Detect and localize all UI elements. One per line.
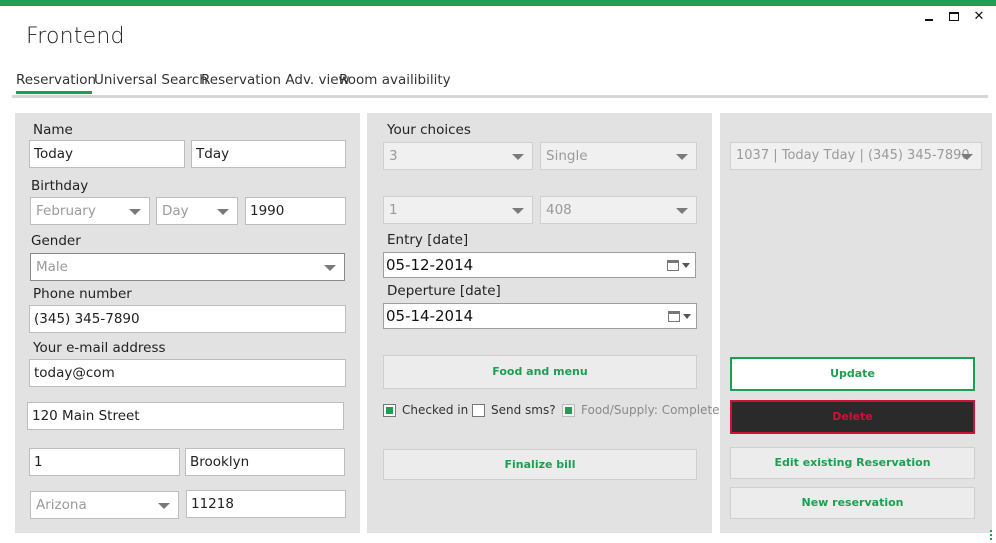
phone-field[interactable]: (345) 345-7890 <box>29 305 346 333</box>
guest-info-panel: Name Today Tday Birthday February Day 19… <box>15 113 360 533</box>
room-type-select[interactable]: Single <box>540 142 697 170</box>
birth-month-select[interactable]: February <box>30 197 150 225</box>
resize-grip[interactable] <box>990 530 993 543</box>
birth-month-value: February <box>36 203 96 219</box>
send-sms-checkbox[interactable]: Send sms? <box>472 403 556 419</box>
room-type-value: Single <box>546 148 588 164</box>
chevron-down-icon <box>961 154 973 160</box>
maximize-button[interactable] <box>943 8 965 26</box>
checkbox-checked-icon <box>383 404 396 417</box>
reservation-select[interactable]: 1037 | Today Tday | (345) 345-7890 <box>730 142 982 170</box>
tab-room-availability[interactable]: Room availibility <box>339 70 451 94</box>
calendar-icon[interactable] <box>667 260 679 271</box>
chevron-down-icon <box>158 503 170 509</box>
tab-bar: Reservation Universal Search Reservation… <box>12 70 988 98</box>
close-icon: ✕ <box>973 9 985 24</box>
chevron-down-icon <box>676 154 688 160</box>
gender-value: Male <box>36 259 68 275</box>
zip-field[interactable]: 11218 <box>186 490 346 518</box>
minimize-icon <box>925 19 933 21</box>
name-label: Name <box>33 122 73 138</box>
chevron-down-icon <box>217 209 229 215</box>
birth-day-value: Day <box>162 203 189 219</box>
minimize-button[interactable] <box>918 8 940 26</box>
entry-date-label: Entry [date] <box>387 232 469 248</box>
update-button[interactable]: Update <box>730 357 975 391</box>
calendar-icon[interactable] <box>668 311 680 322</box>
email-field[interactable]: today@com <box>29 359 346 387</box>
tab-reservation-adv-view[interactable]: Reservation Adv. view <box>201 70 350 94</box>
chevron-down-icon <box>512 154 524 160</box>
maximize-icon <box>949 12 959 21</box>
email-label: Your e-mail address <box>33 340 166 356</box>
send-sms-label: Send sms? <box>491 403 556 417</box>
room-number-value: 408 <box>546 202 572 218</box>
choices-panel: Your choices 3 Single 1 408 Entry [date]… <box>367 113 720 533</box>
nights-value: 1 <box>389 202 398 218</box>
reservation-select-value: 1037 | Today Tday | (345) 345-7890 <box>736 148 970 163</box>
nights-select[interactable]: 1 <box>383 196 533 224</box>
departure-date-picker[interactable]: 05-14-2014 <box>383 303 697 329</box>
chevron-down-icon <box>512 208 524 214</box>
edit-reservation-button[interactable]: Edit existing Reservation <box>730 447 975 479</box>
checked-in-checkbox[interactable]: Checked in <box>383 403 473 419</box>
departure-date-label: Deperture [date] <box>387 283 501 299</box>
gender-label: Gender <box>31 233 81 249</box>
delete-button[interactable]: Delete <box>730 400 975 434</box>
city-field[interactable]: Brooklyn <box>185 448 345 476</box>
guests-value: 3 <box>389 148 398 164</box>
state-value: Arizona <box>36 497 87 513</box>
finalize-bill-button[interactable]: Finalize bill <box>383 449 697 480</box>
chevron-down-icon <box>676 208 688 214</box>
tab-reservation[interactable]: Reservation <box>16 70 96 94</box>
window-accent-bar <box>0 0 996 6</box>
actions-panel: 1037 | Today Tday | (345) 345-7890 Updat… <box>720 113 992 533</box>
app-title: Frontend <box>26 24 125 49</box>
guests-select[interactable]: 3 <box>383 142 533 170</box>
food-and-menu-button[interactable]: Food and menu <box>383 355 697 389</box>
last-name-field[interactable]: Tday <box>191 140 346 168</box>
street-field[interactable]: 120 Main Street <box>27 402 344 430</box>
food-supply-checkbox: Food/Supply: Complete <box>562 403 720 419</box>
choices-label: Your choices <box>387 122 471 138</box>
phone-label: Phone number <box>33 286 132 302</box>
first-name-field[interactable]: Today <box>29 140 185 168</box>
gender-select[interactable]: Male <box>30 253 345 281</box>
chevron-down-icon <box>683 314 691 319</box>
birth-year-field[interactable]: 1990 <box>245 197 346 225</box>
tab-bar-divider <box>12 95 988 98</box>
food-supply-label: Food/Supply: Complete <box>581 403 720 417</box>
chevron-down-icon <box>129 209 141 215</box>
entry-date-picker[interactable]: 05-12-2014 <box>383 252 696 278</box>
house-number-field[interactable]: 1 <box>29 448 180 476</box>
entry-date-value: 05-12-2014 <box>386 256 474 274</box>
close-button[interactable]: ✕ <box>968 8 990 26</box>
checkbox-unchecked-icon <box>472 404 485 417</box>
state-select[interactable]: Arizona <box>30 491 179 519</box>
departure-date-value: 05-14-2014 <box>386 307 474 325</box>
birthday-label: Birthday <box>31 178 89 194</box>
room-number-select[interactable]: 408 <box>540 196 697 224</box>
chevron-down-icon <box>682 263 690 268</box>
new-reservation-button[interactable]: New reservation <box>730 487 975 519</box>
checked-in-label: Checked in <box>402 403 469 417</box>
chevron-down-icon <box>324 265 336 271</box>
tab-universal-search[interactable]: Universal Search <box>94 70 208 94</box>
checkbox-checked-icon <box>562 404 575 417</box>
birth-day-select[interactable]: Day <box>156 197 238 225</box>
